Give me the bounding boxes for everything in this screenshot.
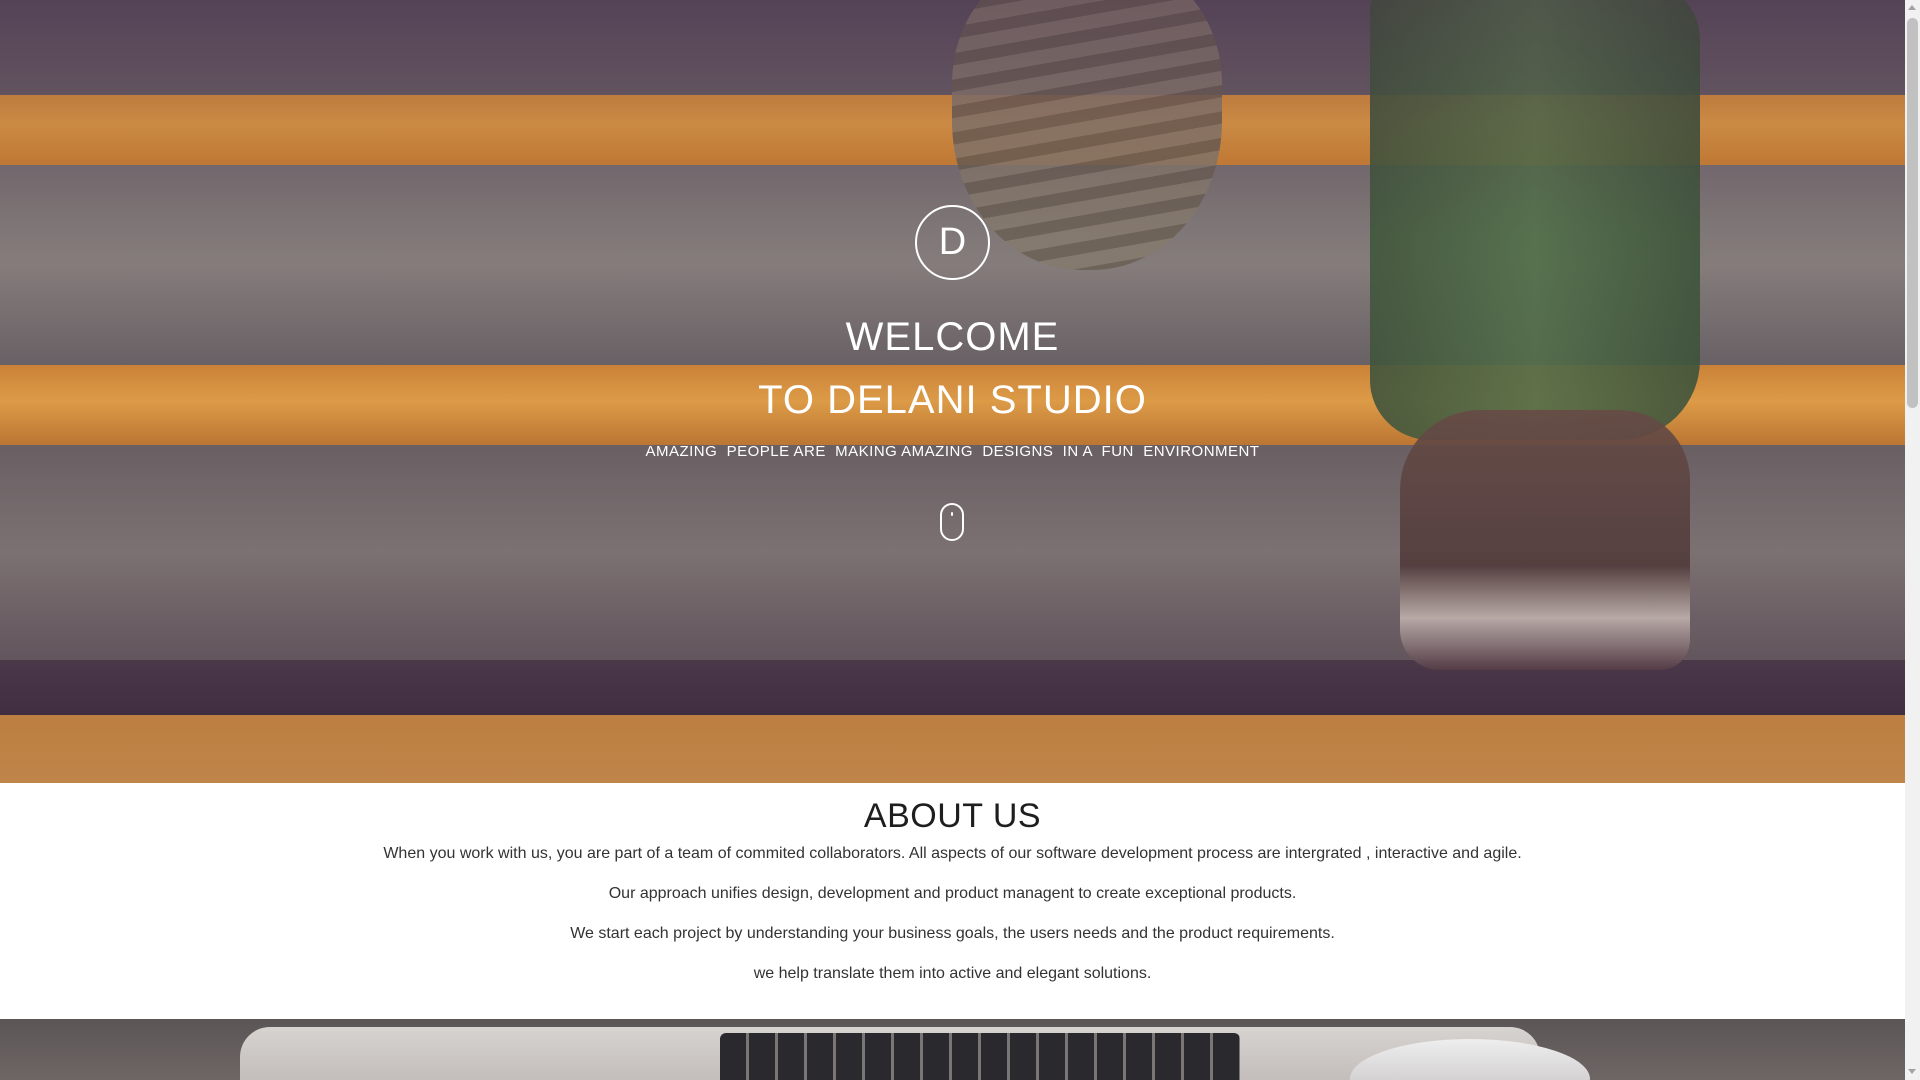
scroll-down-arrow-icon[interactable]: [1908, 1069, 1916, 1074]
laptop-image-section: [0, 1019, 1905, 1080]
about-paragraph: When you work with us, you are part of a…: [383, 845, 1522, 862]
keyboard-image: [720, 1033, 1240, 1080]
scrollbar-thumb[interactable]: [1907, 18, 1918, 408]
logo: D: [915, 205, 990, 280]
mouse-icon[interactable]: [940, 503, 964, 541]
hero-content: D WELCOME TO DELANI STUDIO AMAZING PEOPL…: [0, 0, 1905, 783]
about-section: ABOUT US When you work with us, you are …: [0, 783, 1905, 1019]
hero-section: D WELCOME TO DELANI STUDIO AMAZING PEOPL…: [0, 0, 1905, 783]
about-paragraph: we help translate them into active and e…: [753, 965, 1152, 982]
page: D WELCOME TO DELANI STUDIO AMAZING PEOPL…: [0, 0, 1920, 1080]
logo-letter: D: [938, 221, 967, 263]
hero-tagline: AMAZING PEOPLE ARE MAKING AMAZING DESIGN…: [645, 443, 1260, 460]
about-paragraph: Our approach unifies design, development…: [608, 885, 1297, 902]
about-heading: ABOUT US: [863, 797, 1042, 835]
scroll-up-arrow-icon[interactable]: [1908, 5, 1916, 10]
hero-title-line-1: WELCOME: [845, 315, 1060, 359]
about-paragraph: We start each project by understanding y…: [570, 925, 1335, 942]
hero-title-line-2: TO DELANI STUDIO: [758, 378, 1147, 422]
vertical-scrollbar[interactable]: [1905, 0, 1920, 1080]
